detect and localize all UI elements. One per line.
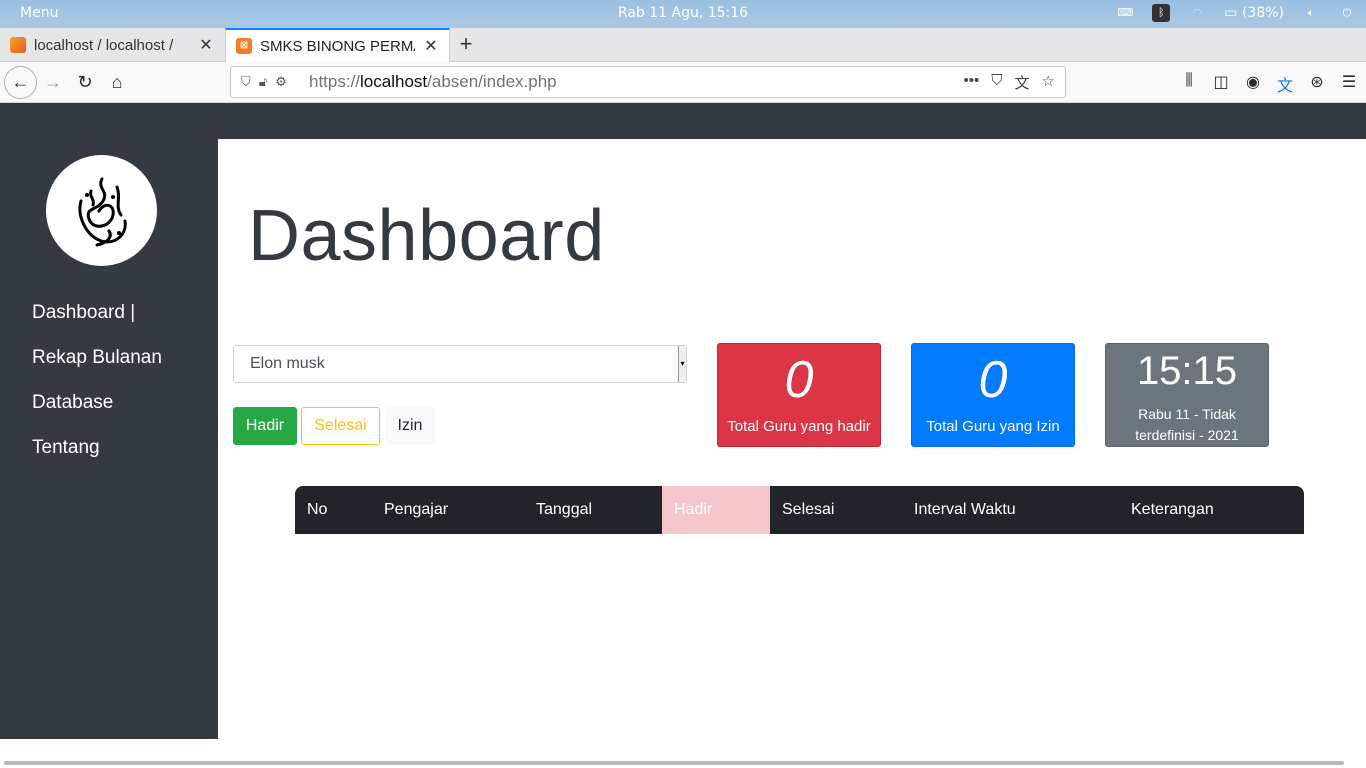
url-path: /absen/index.php [427, 72, 557, 91]
school-logo [46, 155, 157, 266]
sidebar-icon[interactable]: ◫ [1212, 72, 1230, 96]
column-header-keterangan: Keterangan [1131, 501, 1214, 518]
back-arrow-icon[interactable]: ← [4, 66, 37, 99]
globe-extension-icon[interactable]: ⊛ [1308, 72, 1326, 96]
clock-card: 15:15 Rabu 11 - Tidak terdefinisi - 2021 [1105, 343, 1269, 447]
column-header-tanggal: Tanggal [536, 501, 593, 518]
home-icon[interactable]: ⌂ [102, 67, 132, 97]
total-hadir-label: Total Guru yang hadir [727, 418, 871, 435]
close-icon[interactable]: ✕ [423, 36, 439, 56]
total-izin-card: 0 Total Guru yang Izin [911, 343, 1075, 447]
horizontal-scrollbar[interactable] [0, 739, 1366, 768]
nav-bar: ← → ↻ ⌂ ⛉ 🔓︎ ⚙ https://localhost/absen/i… [0, 62, 1366, 103]
sidebar-item-tentang[interactable]: Tentang [32, 434, 162, 479]
sidebar-item-dashboard[interactable]: Dashboard | [32, 299, 162, 344]
translate-icon[interactable]: 文 [1015, 72, 1030, 93]
tab-title: localhost / localhost / [34, 36, 174, 54]
sidebar: Dashboard | Rekap Bulanan Database Tenta… [0, 139, 218, 739]
pocket-icon[interactable]: ⛉ [991, 72, 1002, 93]
column-header-pengajar: Pengajar [384, 501, 449, 518]
permissions-icon[interactable]: ⚙ [275, 74, 287, 90]
battery-status[interactable]: ▭ (38%) [1224, 5, 1284, 21]
os-menu-label: Menu [20, 5, 59, 21]
wifi-icon[interactable]: ◠ [1188, 4, 1206, 22]
total-hadir-card: 0 Total Guru yang hadir [717, 343, 881, 447]
calligraphy-logo-icon [78, 177, 127, 246]
tab-strip: localhost / localhost / ✕ ⊠ SMKS BINONG … [0, 28, 1366, 62]
column-header-selesai: Selesai [782, 501, 835, 518]
column-header-no: No [307, 501, 328, 518]
battery-percent: (38%) [1241, 5, 1284, 21]
side-nav: Dashboard | Rekap Bulanan Database Tenta… [32, 299, 162, 479]
new-tab-plus-icon[interactable]: + [454, 30, 478, 60]
toolbar-right: ⫼ ◫ ◉ 文 ⊛ ☰ [1180, 72, 1358, 96]
total-izin-count: 0 [978, 351, 1008, 409]
url-scheme: https:// [309, 72, 361, 91]
page-actions-icon[interactable]: ••• [964, 72, 980, 93]
selesai-button[interactable]: Selesai [301, 407, 380, 445]
volume-icon[interactable]: 🔈︎ [1302, 4, 1320, 22]
sidebar-item-database[interactable]: Database [32, 389, 162, 434]
system-tray: ⌨ ᛒ ◠ ▭ (38%) 🔈︎ ⏻ [1116, 4, 1356, 22]
chevron-down-icon[interactable]: ▾ [678, 346, 686, 382]
bookmark-star-icon[interactable]: ☆ [1042, 72, 1055, 93]
clock-time: 15:15 [1136, 349, 1238, 393]
tab-phpmyadmin[interactable]: localhost / localhost / ✕ [0, 28, 224, 62]
total-hadir-count: 0 [784, 351, 814, 409]
total-izin-label: Total Guru yang Izin [926, 418, 1060, 435]
url-bar[interactable]: ⛉ 🔓︎ ⚙ https://localhost/absen/index.php… [230, 66, 1066, 98]
os-menu-button[interactable]: Menu [12, 5, 58, 21]
translate-extension-icon[interactable]: 文 [1276, 72, 1294, 96]
hamburger-menu-icon[interactable]: ☰ [1340, 72, 1358, 96]
tab-smks-binong[interactable]: ⊠ SMKS BINONG PERMAI ✕ [225, 28, 450, 62]
page-header-bar [0, 103, 1366, 139]
scrollbar-thumb[interactable] [4, 761, 1344, 765]
sidebar-item-rekap-bulanan[interactable]: Rekap Bulanan [32, 344, 162, 389]
battery-icon: ▭ [1224, 5, 1238, 21]
main-content: Dashboard Elon musk ▾ Hadir Selesai Izin… [218, 139, 1366, 739]
column-header-interval-waktu: Interval Waktu [914, 501, 1016, 518]
izin-button[interactable]: Izin [385, 407, 435, 445]
shield-icon[interactable]: ⛉ [241, 74, 251, 90]
column-header-hadir: Hadir [662, 486, 770, 534]
url-host: localhost [360, 72, 428, 91]
account-icon[interactable]: ◉ [1244, 72, 1262, 96]
tab-title: SMKS BINONG PERMAI [260, 37, 415, 55]
forward-arrow-icon[interactable]: → [38, 67, 68, 97]
os-top-bar: Menu Rab 11 Agu, 15:16 ⌨ ᛒ ◠ ▭ (38%) 🔈︎ … [0, 0, 1366, 28]
page-title: Dashboard [248, 196, 605, 276]
phpmyadmin-favicon-icon [10, 37, 26, 53]
clock-date: Rabu 11 - Tidak terdefinisi - 2021 [1135, 406, 1239, 443]
library-icon[interactable]: ⫼ [1180, 72, 1198, 96]
hadir-button[interactable]: Hadir [233, 407, 297, 445]
keyboard-icon[interactable]: ⌨ [1116, 4, 1134, 22]
url-text[interactable]: https://localhost/absen/index.php [309, 72, 964, 92]
teacher-select-value: Elon musk [250, 355, 325, 372]
power-icon[interactable]: ⏻ [1338, 4, 1356, 22]
insecure-lock-icon[interactable]: 🔓︎ [259, 74, 267, 90]
attendance-table-header: No Pengajar Tanggal Hadir Selesai Interv… [295, 486, 1304, 534]
url-actions: ••• ⛉ 文 ☆ [964, 72, 1066, 93]
xampp-favicon-icon: ⊠ [236, 38, 252, 54]
reload-icon[interactable]: ↻ [70, 67, 100, 97]
teacher-select[interactable]: Elon musk ▾ [233, 345, 687, 383]
bluetooth-icon[interactable]: ᛒ [1152, 4, 1171, 22]
close-icon[interactable]: ✕ [198, 35, 214, 55]
url-security-icons: ⛉ 🔓︎ ⚙ [231, 74, 309, 90]
